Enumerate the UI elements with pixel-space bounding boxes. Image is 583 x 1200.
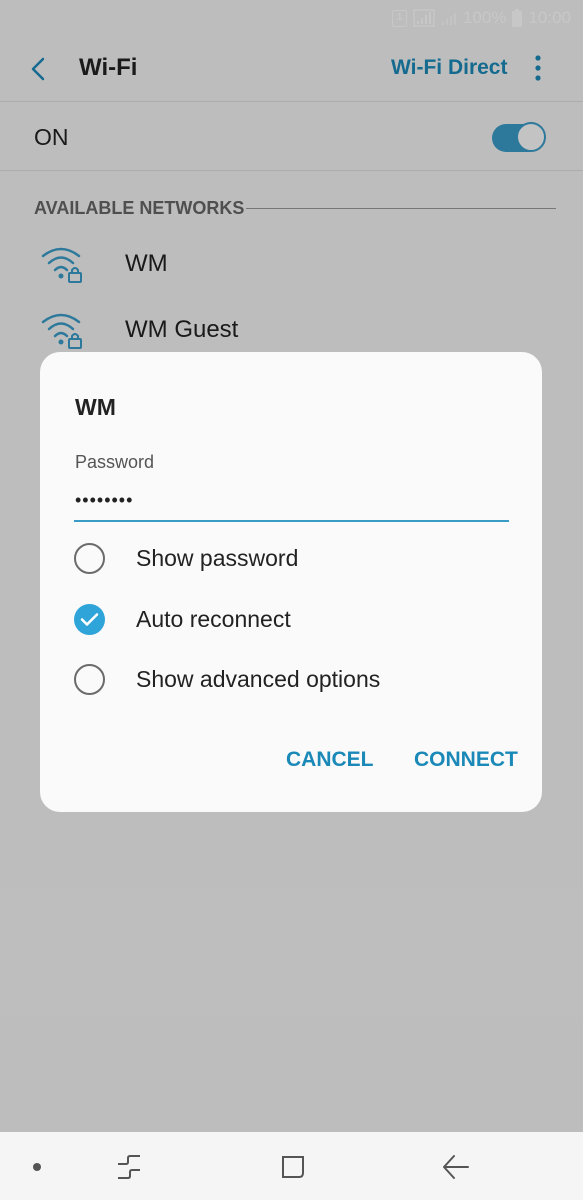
navigation-bar — [0, 1132, 583, 1200]
option-label: Auto reconnect — [136, 606, 291, 632]
advanced-options-checkbox[interactable] — [74, 664, 105, 695]
checkmark-icon — [80, 613, 99, 626]
option-label: Show password — [136, 545, 299, 571]
recent-apps-button[interactable] — [114, 1154, 144, 1180]
password-underline — [74, 520, 509, 522]
nav-hide-dot-button[interactable] — [33, 1163, 41, 1171]
password-input[interactable] — [75, 482, 509, 518]
recent-apps-icon — [118, 1155, 140, 1179]
nav-back-button[interactable] — [440, 1152, 472, 1182]
dialog-title: WM — [75, 394, 116, 420]
connect-dialog: WM Password Show password Auto reconnect… — [40, 352, 542, 812]
show-password-checkbox[interactable] — [74, 543, 105, 574]
password-label: Password — [75, 452, 155, 472]
show-password-option[interactable]: Show password — [74, 536, 514, 580]
auto-reconnect-option[interactable]: Auto reconnect — [74, 597, 514, 641]
connect-button[interactable]: CONNECT — [414, 748, 518, 772]
option-label: Show advanced options — [136, 666, 381, 692]
home-button[interactable] — [280, 1154, 306, 1180]
back-arrow-icon — [443, 1155, 469, 1179]
cancel-button[interactable]: CANCEL — [286, 748, 374, 772]
auto-reconnect-checkbox[interactable] — [74, 604, 105, 635]
advanced-options-option[interactable]: Show advanced options — [74, 657, 514, 701]
home-icon — [282, 1156, 304, 1178]
